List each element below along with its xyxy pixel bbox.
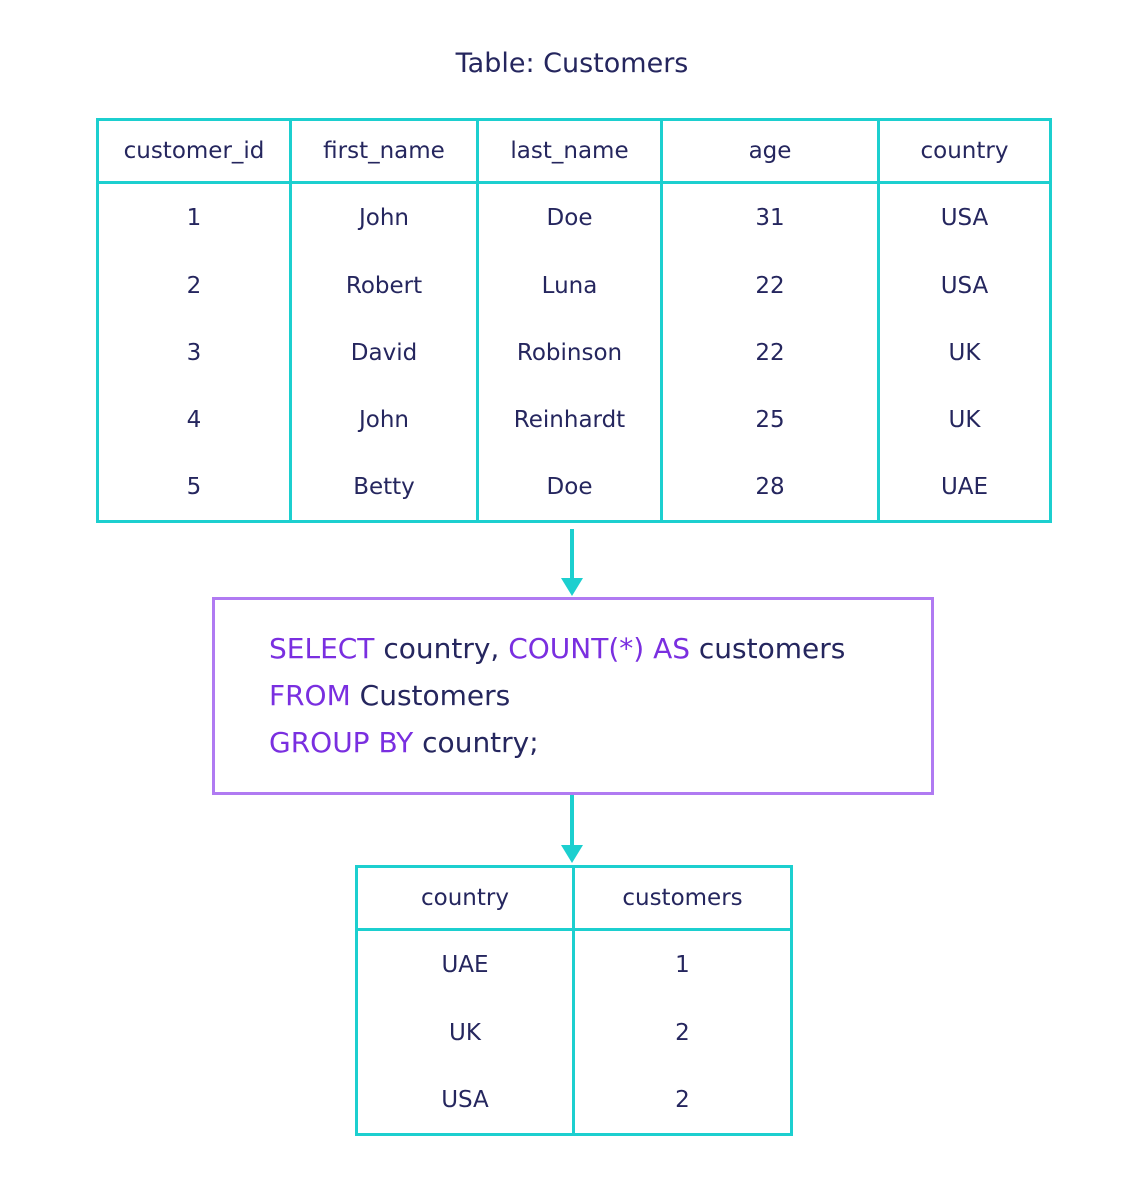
table-cell: Robinson [476, 319, 663, 386]
header-row: customer_id first_name last_name age cou… [96, 119, 1052, 184]
table-cell: 28 [660, 453, 880, 522]
column-header: customer_id [96, 119, 292, 184]
arrow-line [570, 529, 574, 581]
column-header: age [660, 119, 880, 184]
query-line: FROM Customers [269, 679, 510, 712]
table-cell: USA [355, 1066, 575, 1135]
table-cell: USA [877, 252, 1052, 319]
table-row: USA 2 [355, 1066, 793, 1135]
table-cell: Betty [289, 453, 479, 522]
arrow-line [570, 795, 574, 847]
table-cell: UK [877, 319, 1052, 386]
table-cell: USA [877, 182, 1052, 252]
table-row: UAE 1 [355, 929, 793, 999]
table-cell: Robert [289, 252, 479, 319]
query-text: country; [413, 726, 539, 759]
table-cell: 2 [96, 252, 292, 319]
keyword: COUNT(*) AS [508, 632, 691, 665]
table-cell: 4 [96, 386, 292, 453]
query-text: Customers [350, 679, 511, 712]
sql-query-box: SELECT country, COUNT(*) AS customers FR… [212, 597, 934, 795]
table-row: 3 David Robinson 22 UK [96, 319, 1052, 386]
table-cell: 3 [96, 319, 292, 386]
table-cell: 2 [572, 1066, 793, 1135]
header-row: country customers [355, 866, 793, 931]
table-cell: 25 [660, 386, 880, 453]
column-header: country [355, 866, 575, 931]
keyword: FROM [269, 679, 351, 712]
keyword: SELECT [269, 632, 375, 665]
column-header: last_name [476, 119, 663, 184]
table-cell: Doe [476, 182, 663, 252]
table-row: 5 Betty Doe 28 UAE [96, 453, 1052, 522]
customers-table: customer_id first_name last_name age cou… [96, 118, 1052, 523]
table-row: UK 2 [355, 999, 793, 1066]
diagram-title: Table: Customers [455, 48, 689, 79]
table-row: 4 John Reinhardt 25 UK [96, 386, 1052, 453]
column-header: customers [572, 866, 793, 931]
table-row: 2 Robert Luna 22 USA [96, 252, 1052, 319]
table-cell: John [289, 386, 479, 453]
arrow-head-icon [561, 845, 583, 863]
table-cell: Luna [476, 252, 663, 319]
table-cell: 22 [660, 252, 880, 319]
table-cell: Reinhardt [476, 386, 663, 453]
query-line: SELECT country, COUNT(*) AS customers [269, 632, 845, 665]
table-row: 1 John Doe 31 USA [96, 182, 1052, 252]
table-cell: UK [355, 999, 575, 1066]
table-cell: 1 [572, 929, 793, 999]
keyword: GROUP BY [269, 726, 414, 759]
table-cell: 22 [660, 319, 880, 386]
table-cell: 31 [660, 182, 880, 252]
table-cell: 5 [96, 453, 292, 522]
query-text: country, [374, 632, 509, 665]
table-cell: David [289, 319, 479, 386]
table-cell: UAE [355, 929, 575, 999]
table-cell: John [289, 182, 479, 252]
table-cell: 1 [96, 182, 292, 252]
table-cell: UAE [877, 453, 1052, 522]
table-cell: Doe [476, 453, 663, 522]
query-line: GROUP BY country; [269, 726, 539, 759]
table-cell: 2 [572, 999, 793, 1066]
arrow-head-icon [561, 578, 583, 596]
result-table: country customers UAE 1 UK 2 USA 2 [355, 865, 793, 1136]
column-header: first_name [289, 119, 479, 184]
query-text: customers [690, 632, 846, 665]
table-cell: UK [877, 386, 1052, 453]
column-header: country [877, 119, 1052, 184]
